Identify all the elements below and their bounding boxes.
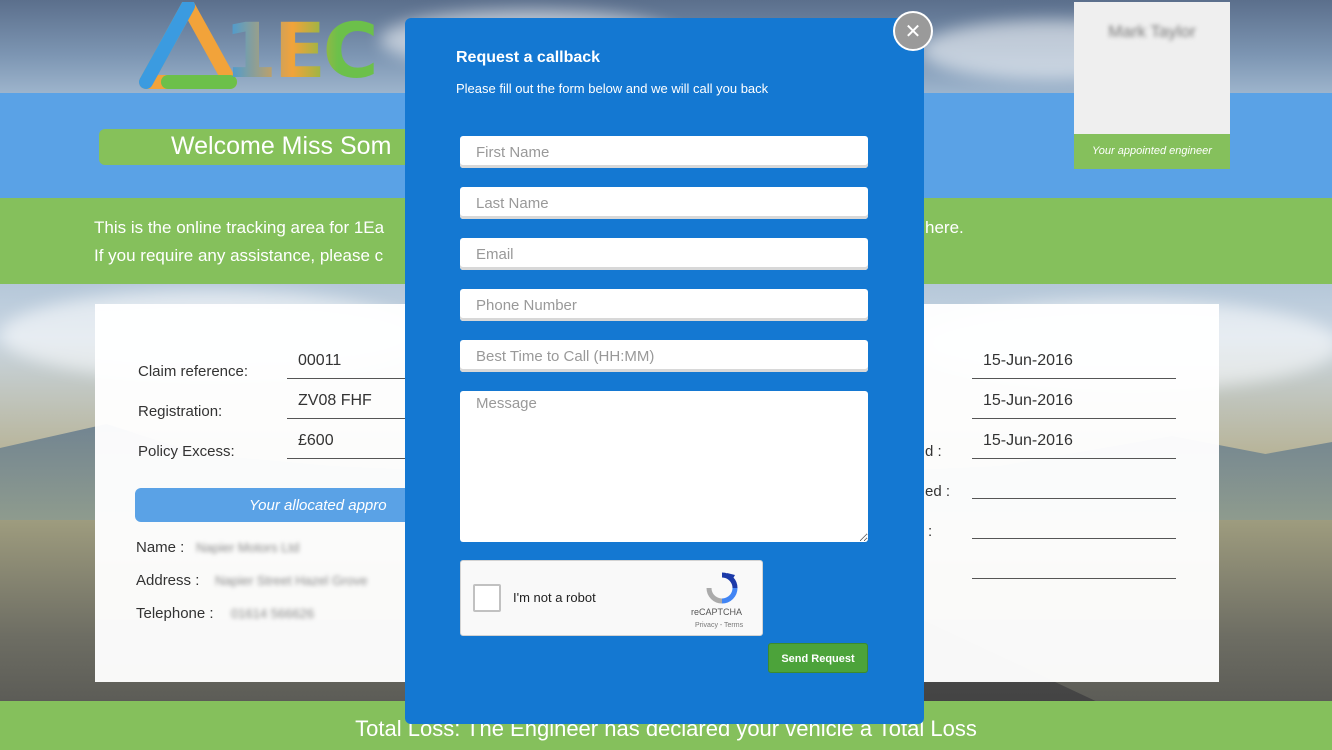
approver-name-label: Name :	[136, 539, 185, 556]
recaptcha-widget: I'm not a robot reCAPTCHA Privacy - Term…	[460, 560, 763, 636]
engineer-name: Mark Taylor	[1108, 22, 1196, 41]
date-value-1: 15-Jun-2016	[972, 352, 1176, 379]
approver-telephone-label: Telephone :	[136, 605, 214, 622]
engineer-caption: Your appointed engineer	[1074, 134, 1230, 169]
registration-label: Registration:	[138, 403, 223, 420]
date-value-5	[972, 512, 1176, 539]
date-label-3: d :	[925, 443, 942, 460]
last-name-input[interactable]	[460, 187, 868, 219]
message-textarea[interactable]	[460, 391, 868, 542]
policy-excess-value: £600	[287, 432, 407, 459]
close-icon: ✕	[904, 19, 922, 43]
email-input[interactable]	[460, 238, 868, 270]
date-value-3: 15-Jun-2016	[972, 432, 1176, 459]
close-modal-button[interactable]: ✕	[893, 11, 933, 51]
date-value-2: 15-Jun-2016	[972, 392, 1176, 419]
first-name-input[interactable]	[460, 136, 868, 168]
claim-reference-value: 00011	[287, 352, 407, 379]
date-label-4: ed :	[925, 483, 951, 500]
recaptcha-brand: reCAPTCHA	[691, 607, 743, 617]
allocated-approver-bar: Your allocated appro	[135, 488, 425, 522]
approver-telephone-value: 01614 566626	[231, 606, 315, 621]
recaptcha-icon	[706, 572, 738, 604]
send-request-button[interactable]: Send Request	[768, 643, 868, 673]
intro-line-2: If you require any assistance, please c	[94, 246, 384, 265]
intro-line-1-end: here.	[925, 218, 964, 237]
engineer-card: Mark Taylor Your appointed engineer	[1074, 2, 1230, 169]
date-label-5: :	[928, 523, 933, 540]
policy-excess-label: Policy Excess:	[138, 443, 235, 460]
recaptcha-checkbox[interactable]	[473, 584, 501, 612]
logo-text: 1EC	[224, 6, 379, 95]
approver-address-label: Address :	[136, 572, 200, 589]
recaptcha-label: I'm not a robot	[513, 590, 596, 605]
best-time-input[interactable]	[460, 340, 868, 372]
approver-name-value: Napier Motors Ltd	[196, 540, 300, 555]
welcome-banner: Welcome Miss Som	[99, 129, 429, 165]
recaptcha-terms-link[interactable]: Privacy - Terms	[695, 622, 743, 629]
phone-input[interactable]	[460, 289, 868, 321]
date-value-6	[972, 552, 1176, 579]
intro-line-1: This is the online tracking area for 1Ea	[94, 218, 385, 237]
claim-reference-label: Claim reference:	[138, 363, 249, 380]
company-logo[interactable]: 1EC	[138, 2, 379, 95]
approver-address-value: Napier Street Hazel Grove	[215, 573, 368, 588]
logo-triangle-icon	[139, 2, 237, 89]
date-value-4	[972, 472, 1176, 499]
modal-subtitle: Please fill out the form below and we wi…	[456, 81, 769, 96]
modal-title: Request a callback	[456, 49, 601, 66]
callback-modal: Request a callback Please fill out the f…	[405, 18, 924, 724]
registration-value: ZV08 FHF	[287, 392, 407, 419]
